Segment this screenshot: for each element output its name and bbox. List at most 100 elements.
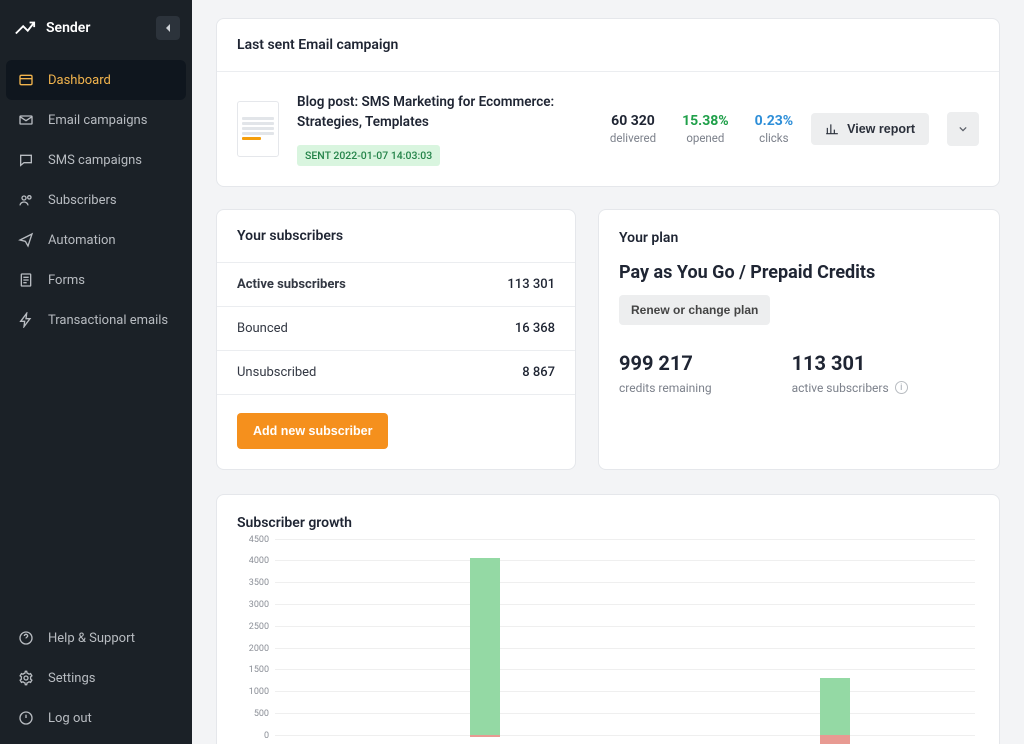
stat-opened-value: 15.38% (682, 113, 729, 129)
sidebar-item-label: Transactional emails (48, 313, 168, 328)
plan-name: Pay as You Go / Prepaid Credits (619, 262, 979, 283)
y-axis-tick: 1000 (249, 687, 275, 697)
stat-clicks-value: 0.23% (755, 113, 794, 129)
chart-bar-group (820, 539, 850, 744)
sidebar-item-label: Help & Support (48, 631, 135, 646)
sidebar-item-dashboard[interactable]: Dashboard (6, 60, 186, 100)
sidebar-item-label: Forms (48, 273, 85, 288)
stat-opened-label: opened (682, 131, 729, 145)
sub-row-label: Active subscribers (237, 277, 346, 292)
y-axis-tick: 2500 (249, 622, 275, 632)
dashboard-icon (18, 72, 34, 88)
y-axis-tick: 0 (264, 731, 275, 741)
sidebar-item-label: Settings (48, 671, 95, 686)
plan-card: Your plan Pay as You Go / Prepaid Credit… (598, 209, 1000, 470)
y-axis-tick: 4000 (249, 556, 275, 566)
chart-bar-negative (820, 735, 850, 744)
sidebar-item-label: Log out (48, 711, 92, 726)
stat-clicks: 0.23% clicks (755, 113, 794, 145)
plan-active-value: 113 301 (792, 351, 908, 375)
sidebar-item-label: Email campaigns (48, 113, 147, 128)
sidebar-item-label: Automation (48, 233, 116, 248)
caret-down-icon (959, 125, 967, 133)
bolt-icon (18, 312, 34, 328)
sidebar-collapse-button[interactable] (156, 16, 180, 40)
sent-badge: SENT 2022-01-07 14:03:03 (297, 145, 440, 166)
campaign-stats: 60 320 delivered 15.38% opened 0.23% cli… (610, 113, 793, 145)
chart-bar-group (295, 539, 325, 744)
y-axis-tick: 2000 (249, 644, 275, 654)
y-axis-tick: 500 (254, 709, 275, 719)
brand-name: Sender (46, 20, 90, 36)
y-axis-tick: 1500 (249, 665, 275, 675)
growth-heading: Subscriber growth (237, 515, 979, 531)
sub-row-value: 16 368 (515, 321, 555, 336)
view-report-button[interactable]: View report (811, 113, 929, 145)
plan-active-label: active subscribers (792, 381, 889, 395)
subscribers-table: Active subscribers 113 301 Bounced 16 36… (217, 263, 575, 395)
stat-delivered: 60 320 delivered (610, 113, 656, 145)
help-icon (18, 630, 34, 646)
main-content: Last sent Email campaign Blog post: SMS … (192, 0, 1024, 744)
form-icon (18, 272, 34, 288)
plan-credits-label: credits remaining (619, 381, 712, 395)
plan-stat-credits: 999 217 credits remaining (619, 351, 712, 395)
sidebar-item-logout[interactable]: Log out (6, 698, 186, 738)
plan-credits-value: 999 217 (619, 351, 712, 375)
sidebar-item-label: SMS campaigns (48, 153, 142, 168)
stat-opened: 15.38% opened (682, 113, 729, 145)
sub-row-value: 113 301 (507, 277, 555, 292)
last-campaign-heading: Last sent Email campaign (217, 19, 999, 72)
sidebar: Sender Dashboard Email campaigns SMS cam… (0, 0, 192, 744)
chart-bar-positive (820, 678, 850, 735)
sidebar-item-label: Dashboard (48, 73, 111, 88)
y-axis-tick: 4500 (249, 535, 275, 545)
subscribers-card: Your subscribers Active subscribers 113 … (216, 209, 576, 470)
sub-row-bounced: Bounced 16 368 (217, 307, 575, 351)
subscribers-heading: Your subscribers (217, 210, 575, 263)
sidebar-item-sms-campaigns[interactable]: SMS campaigns (6, 140, 186, 180)
plan-stat-active: 113 301 active subscribers i (792, 351, 908, 395)
sidebar-item-email-campaigns[interactable]: Email campaigns (6, 100, 186, 140)
sidebar-item-forms[interactable]: Forms (6, 260, 186, 300)
bar-chart-icon (825, 122, 839, 136)
send-icon (18, 232, 34, 248)
chart-bar-negative (470, 735, 500, 737)
chart-bar-positive (470, 558, 500, 735)
sidebar-item-automation[interactable]: Automation (6, 220, 186, 260)
sub-row-label: Unsubscribed (237, 365, 316, 380)
nav-bottom: Help & Support Settings Log out (0, 612, 192, 744)
sidebar-item-help[interactable]: Help & Support (6, 618, 186, 658)
stat-delivered-value: 60 320 (610, 113, 656, 129)
plan-heading: Your plan (619, 230, 979, 246)
chart-bar-group (470, 539, 500, 744)
info-icon[interactable]: i (895, 381, 908, 394)
users-icon (18, 192, 34, 208)
sub-row-value: 8 867 (522, 365, 555, 380)
sub-row-active: Active subscribers 113 301 (217, 263, 575, 307)
campaign-info: Blog post: SMS Marketing for Ecommerce: … (297, 92, 592, 166)
chat-icon (18, 152, 34, 168)
stat-clicks-label: clicks (755, 131, 794, 145)
sidebar-item-settings[interactable]: Settings (6, 658, 186, 698)
last-campaign-card: Last sent Email campaign Blog post: SMS … (216, 18, 1000, 187)
sidebar-item-subscribers[interactable]: Subscribers (6, 180, 186, 220)
envelope-icon (18, 112, 34, 128)
renew-plan-button[interactable]: Renew or change plan (619, 295, 770, 325)
sidebar-top: Sender (0, 0, 192, 56)
gear-icon (18, 670, 34, 686)
y-axis-tick: 3000 (249, 600, 275, 610)
sidebar-item-transactional[interactable]: Transactional emails (6, 300, 186, 340)
y-axis-tick: 3500 (249, 578, 275, 588)
sidebar-item-label: Subscribers (48, 193, 117, 208)
sub-row-unsubscribed: Unsubscribed 8 867 (217, 351, 575, 395)
sub-row-label: Bounced (237, 321, 288, 336)
campaign-thumbnail (237, 101, 279, 157)
campaign-menu-button[interactable] (947, 112, 979, 146)
subscriber-growth-chart: 450040003500300025002000150010005000-500… (237, 539, 979, 744)
stat-delivered-label: delivered (610, 131, 656, 145)
add-subscriber-button[interactable]: Add new subscriber (237, 413, 388, 449)
nav-main: Dashboard Email campaigns SMS campaigns … (0, 56, 192, 612)
campaign-title: Blog post: SMS Marketing for Ecommerce: … (297, 92, 592, 133)
chart-bar-group (645, 539, 675, 744)
